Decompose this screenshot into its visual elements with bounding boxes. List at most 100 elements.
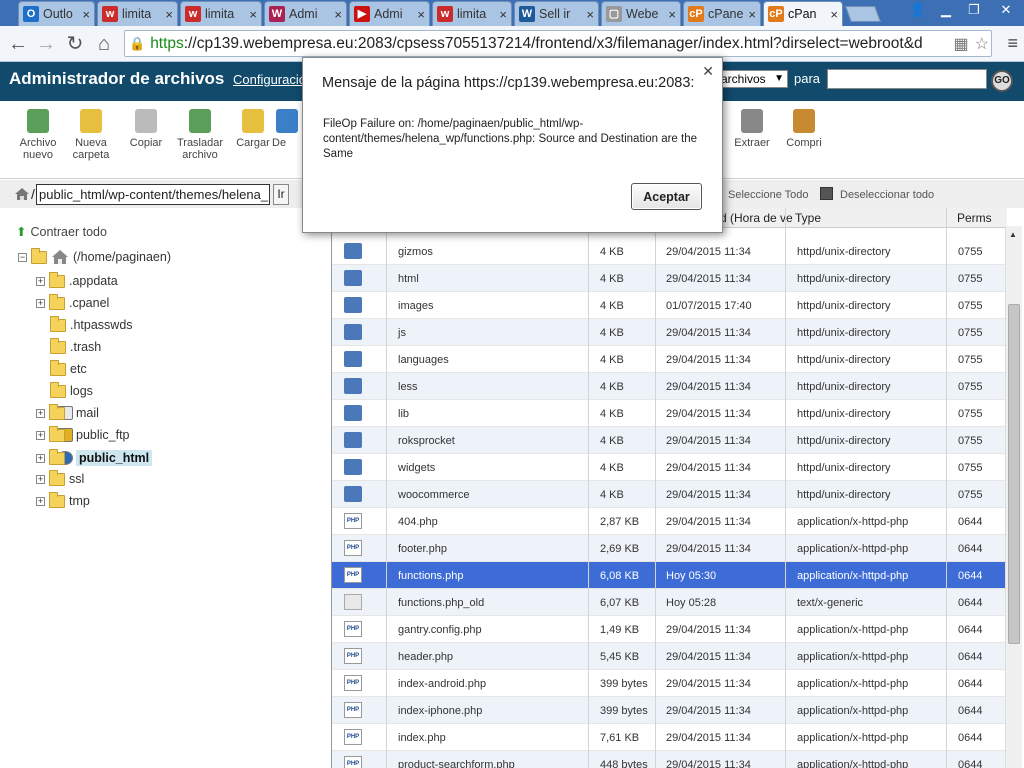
tab-close-icon[interactable]: × [331, 7, 342, 22]
tab-close-icon[interactable]: × [496, 7, 507, 22]
user-icon[interactable]: 👤 [904, 0, 932, 20]
table-row[interactable]: html 4 KB 29/04/2015 11:34 httpd/unix-direc… [332, 265, 1007, 292]
file-list-scrollbar[interactable]: ▲ [1005, 226, 1022, 768]
action-new-folder-button[interactable]: Nueva carpeta [61, 109, 121, 161]
action-copy-button[interactable]: Copiar [116, 109, 176, 149]
restore-icon[interactable]: ❐ [960, 0, 988, 20]
expand-toggle-icon[interactable]: + [36, 474, 45, 484]
expand-toggle-icon[interactable]: + [36, 276, 45, 286]
table-row[interactable]: gizmos 4 KB 29/04/2015 11:34 httpd/unix-dir… [332, 238, 1007, 265]
reload-icon[interactable]: ↻ [63, 32, 87, 56]
table-row[interactable]: PHP index-android.php 399 bytes 29/04/2015 … [332, 670, 1007, 697]
browser-menu-icon[interactable]: ≡ [1007, 33, 1018, 54]
browser-tab[interactable]: w limita × [432, 1, 512, 26]
column-date[interactable]: d (Hora de ve [720, 211, 793, 225]
browser-tab[interactable]: ▢ Webe × [601, 1, 681, 26]
table-row[interactable]: roksprocket 4 KB 29/04/2015 11:34 httpd/uni… [332, 427, 1007, 454]
collapse-all-link[interactable]: ⬆ Contraer todo [16, 224, 107, 239]
table-row[interactable]: PHP footer.php 2,69 KB 29/04/2015 11:34 appl… [332, 535, 1007, 562]
back-icon[interactable]: ← [6, 32, 30, 56]
table-row[interactable]: PHP header.php 5,45 KB 29/04/2015 11:34 appl… [332, 643, 1007, 670]
file-name: functions.php [398, 570, 464, 582]
column-perms[interactable]: Perms [957, 211, 992, 225]
tree-node[interactable]: + mail [36, 403, 99, 420]
table-row[interactable]: widgets 4 KB 29/04/2015 11:34 httpd/unix-di… [332, 454, 1007, 481]
browser-tab[interactable]: O Outlo × [18, 1, 95, 26]
minimize-icon[interactable]: ▁ [932, 0, 960, 20]
tab-close-icon[interactable]: × [246, 7, 257, 22]
browser-tab[interactable]: w limita × [180, 1, 262, 26]
browser-tab[interactable]: cP cPane × [683, 1, 761, 26]
table-row[interactable]: js 4 KB 29/04/2015 11:34 httpd/unix-directo… [332, 319, 1007, 346]
expand-toggle-icon[interactable]: + [36, 430, 45, 440]
action-extract-button[interactable]: Extraer [722, 109, 782, 149]
expand-toggle-icon[interactable]: + [36, 408, 45, 418]
forward-icon[interactable]: → [34, 32, 58, 56]
browser-tab[interactable]: ▶ Admi × [349, 1, 430, 26]
table-row[interactable]: less 4 KB 29/04/2015 11:34 httpd/unix-direc… [332, 373, 1007, 400]
tree-node[interactable]: logs [50, 381, 93, 398]
search-scope-select[interactable]: archivos ▼ [716, 70, 788, 88]
tab-close-icon[interactable]: × [665, 7, 676, 22]
browser-tab[interactable]: w limita × [97, 1, 178, 26]
tab-close-icon[interactable]: × [827, 7, 838, 22]
tab-close-icon[interactable]: × [414, 7, 425, 22]
browser-tab[interactable]: cP cPan × [763, 1, 843, 26]
home-icon[interactable]: ⌂ [92, 32, 116, 56]
tree-node[interactable]: + .appdata [36, 271, 118, 288]
expand-toggle-icon[interactable]: + [36, 453, 45, 463]
deselect-checkbox[interactable] [820, 187, 833, 200]
expand-toggle-icon[interactable]: + [36, 496, 45, 506]
action-download-button[interactable]: De [272, 109, 302, 149]
file-date: 29/04/2015 11:34 [666, 516, 751, 528]
address-bar[interactable]: 🔒 https://cp139.webempresa.eu:2083/cpsess… [124, 30, 992, 57]
tree-node[interactable]: etc [50, 359, 87, 376]
scroll-up-icon[interactable]: ▲ [1009, 230, 1017, 239]
table-row[interactable]: lib 4 KB 29/04/2015 11:34 httpd/unix-direct… [332, 400, 1007, 427]
search-input[interactable] [827, 69, 987, 89]
table-row[interactable]: PHP 404.php 2,87 KB 29/04/2015 11:34 applica… [332, 508, 1007, 535]
tree-node[interactable]: + .cpanel [36, 293, 109, 310]
new-tab-button[interactable] [845, 6, 881, 22]
action-move-button[interactable]: Trasladar archivo [170, 109, 230, 161]
close-window-icon[interactable]: ✕ [988, 0, 1024, 20]
scrollbar-thumb[interactable] [1008, 304, 1020, 644]
tree-node[interactable]: + ssl [36, 469, 84, 486]
browser-tab[interactable]: W Admi × [264, 1, 347, 26]
action-compress-button[interactable]: Compri [774, 109, 834, 149]
table-row[interactable]: functions.php_old 6,07 KB Hoy 05:28 text/x-… [332, 589, 1007, 616]
page-action-icon[interactable]: ▦ [954, 34, 969, 54]
tree-node[interactable]: + public_ftp [36, 425, 130, 442]
tab-close-icon[interactable]: × [745, 7, 756, 22]
table-row[interactable]: PHP index.php 7,61 KB 29/04/2015 11:34 appli… [332, 724, 1007, 751]
expand-toggle-icon[interactable]: + [36, 298, 45, 308]
table-row[interactable]: PHP functions.php 6,08 KB Hoy 05:30 applicat… [332, 562, 1007, 589]
tree-node[interactable]: + tmp [36, 491, 90, 508]
table-row[interactable]: images 4 KB 01/07/2015 17:40 httpd/unix-dir… [332, 292, 1007, 319]
table-row[interactable]: PHP product-searchform.php 448 bytes 29/04/… [332, 751, 1007, 768]
collapse-toggle-icon[interactable]: − [18, 252, 27, 262]
tree-node[interactable]: .htpasswds [50, 315, 133, 332]
column-type[interactable]: Type [795, 211, 821, 225]
tree-root[interactable]: − (/home/paginaen) [18, 247, 171, 265]
tab-close-icon[interactable]: × [162, 7, 173, 22]
bookmark-star-icon[interactable]: ☆ [975, 34, 989, 54]
browser-tab[interactable]: W Sell ir × [514, 1, 599, 26]
path-go-button[interactable]: Ir [273, 184, 289, 205]
accept-button[interactable]: Aceptar [631, 183, 702, 210]
home-dir-icon[interactable] [14, 187, 30, 201]
table-row[interactable]: PHP gantry.config.php 1,49 KB 29/04/2015 11… [332, 616, 1007, 643]
deselect-all-link[interactable]: Deseleccionar todo [840, 189, 934, 201]
close-icon[interactable]: ✕ [702, 63, 714, 80]
action-new-file-button[interactable]: Archivo nuevo [8, 109, 68, 161]
tab-close-icon[interactable]: × [583, 7, 594, 22]
table-row[interactable]: woocommerce 4 KB 29/04/2015 11:34 httpd/uni… [332, 481, 1007, 508]
table-row[interactable]: languages 4 KB 29/04/2015 11:34 httpd/unix-… [332, 346, 1007, 373]
table-row[interactable]: PHP index-iphone.php 399 bytes 29/04/2015 1… [332, 697, 1007, 724]
path-input[interactable]: public_html/wp-content/themes/helena_ [36, 184, 270, 205]
select-all-link[interactable]: Seleccione Todo [728, 189, 809, 201]
tree-node[interactable]: .trash [50, 337, 101, 354]
tab-close-icon[interactable]: × [79, 7, 90, 22]
search-go-button[interactable]: GO [991, 70, 1013, 92]
tree-node[interactable]: + public_html [36, 448, 153, 466]
